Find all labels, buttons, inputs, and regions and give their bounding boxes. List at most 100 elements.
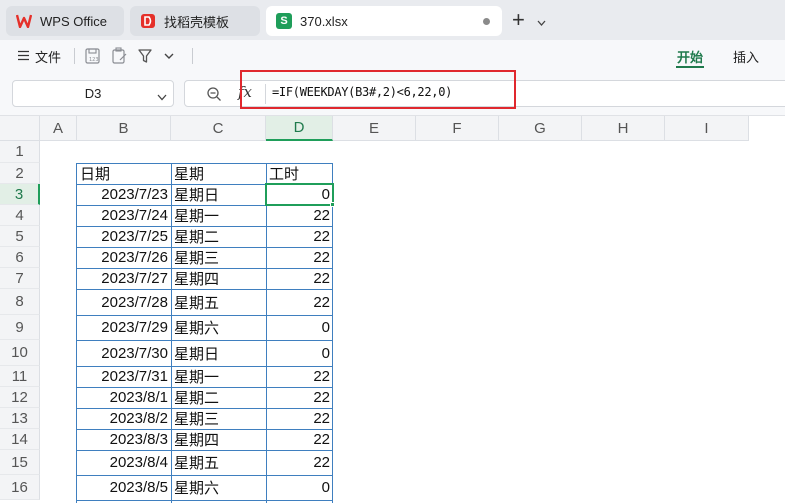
weekday-cell[interactable]: 星期三: [171, 408, 266, 429]
file-menu-button[interactable]: 文件: [18, 47, 61, 66]
weekday-cell[interactable]: 星期一: [171, 205, 266, 226]
weekday-cell[interactable]: 星期日: [171, 340, 266, 366]
column-header-d[interactable]: D: [266, 116, 333, 141]
date-cell[interactable]: 2023/7/29: [77, 315, 171, 340]
weekday-cell[interactable]: 星期五: [171, 450, 266, 475]
weekday-cell[interactable]: 星期一: [171, 366, 266, 387]
tab-wps-office[interactable]: WPS Office: [6, 6, 124, 36]
date-cell[interactable]: 2023/7/25: [77, 226, 171, 247]
ribbon-tab-insert[interactable]: 插入: [733, 47, 759, 66]
svg-text:123: 123: [89, 57, 99, 63]
date-cell[interactable]: 2023/7/27: [77, 268, 171, 289]
row-header-7[interactable]: 7: [0, 268, 40, 289]
date-cell[interactable]: 2023/8/2: [77, 408, 171, 429]
active-cell-selection[interactable]: [265, 183, 334, 206]
row-header-16[interactable]: 16: [0, 475, 40, 500]
weekday-cell[interactable]: 星期三: [171, 247, 266, 268]
row-header-1[interactable]: 1: [0, 141, 40, 163]
save-icon[interactable]: 123: [84, 47, 102, 65]
date-cell[interactable]: 2023/7/28: [77, 289, 171, 315]
chevron-down-icon[interactable]: [157, 89, 167, 104]
row-header-10[interactable]: 10: [0, 340, 40, 366]
row-header-3[interactable]: 3: [0, 184, 40, 205]
hours-cell[interactable]: 0: [266, 475, 333, 500]
hours-cell[interactable]: 22: [266, 247, 333, 268]
row-header-15[interactable]: 15: [0, 450, 40, 475]
chevron-down-icon[interactable]: [537, 13, 546, 31]
row-header-8[interactable]: 8: [0, 289, 40, 315]
row-header-13[interactable]: 13: [0, 408, 40, 429]
date-cell[interactable]: 2023/7/24: [77, 205, 171, 226]
hours-cell[interactable]: 22: [266, 205, 333, 226]
date-cell[interactable]: 2023/7/26: [77, 247, 171, 268]
filter-icon[interactable]: [136, 47, 154, 65]
table-border-line: [76, 408, 333, 409]
file-menu-label: 文件: [35, 50, 62, 65]
weekday-cell[interactable]: 星期五: [171, 289, 266, 315]
column-header-a[interactable]: A: [40, 116, 77, 141]
table-border-line: [266, 163, 267, 503]
column-header-f[interactable]: F: [416, 116, 499, 141]
weekday-cell[interactable]: 星期四: [171, 268, 266, 289]
weekday-cell[interactable]: 星期六: [171, 475, 266, 500]
new-tab-plus-icon[interactable]: +: [512, 9, 525, 31]
column-header-b[interactable]: B: [77, 116, 171, 141]
fill-handle[interactable]: [330, 202, 335, 207]
select-all-corner[interactable]: [0, 116, 40, 141]
hours-cell[interactable]: 22: [266, 366, 333, 387]
column-header-c[interactable]: C: [171, 116, 266, 141]
toolbar-divider: [74, 48, 75, 64]
row-header-5[interactable]: 5: [0, 226, 40, 247]
hours-cell[interactable]: 22: [266, 450, 333, 475]
hours-cell[interactable]: 22: [266, 268, 333, 289]
date-cell[interactable]: 2023/7/23: [77, 184, 171, 205]
column-header-e[interactable]: E: [333, 116, 416, 141]
date-cell[interactable]: 2023/7/31: [77, 366, 171, 387]
paste-format-icon[interactable]: [110, 47, 128, 65]
row-header-12[interactable]: 12: [0, 387, 40, 408]
date-cell[interactable]: 2023/8/4: [77, 450, 171, 475]
date-cell[interactable]: 2023/8/5: [77, 475, 171, 500]
row-header-2[interactable]: 2: [0, 163, 40, 184]
weekday-cell[interactable]: 星期二: [171, 387, 266, 408]
hours-cell[interactable]: 22: [266, 226, 333, 247]
date-cell[interactable]: 2023/7/30: [77, 340, 171, 366]
row-header-14[interactable]: 14: [0, 429, 40, 450]
zoom-magnifier-icon[interactable]: [206, 86, 222, 107]
cell-reference: D3: [84, 86, 102, 101]
row-header-6[interactable]: 6: [0, 247, 40, 268]
weekday-cell[interactable]: 星期六: [171, 315, 266, 340]
row-header-9[interactable]: 9: [0, 315, 40, 340]
tab-docer-templates[interactable]: 找稻壳模板: [130, 6, 260, 36]
row-header-11[interactable]: 11: [0, 366, 40, 387]
table-border-line: [76, 429, 333, 430]
row-header-4[interactable]: 4: [0, 205, 40, 226]
hours-cell[interactable]: 22: [266, 387, 333, 408]
header-cell-date[interactable]: 日期: [77, 163, 171, 184]
column-header-h[interactable]: H: [582, 116, 665, 141]
table-border-line: [332, 163, 333, 503]
chevron-down-icon[interactable]: [162, 49, 180, 67]
hours-cell[interactable]: 0: [266, 340, 333, 366]
name-box[interactable]: D3: [12, 80, 174, 107]
date-cell[interactable]: 2023/8/1: [77, 387, 171, 408]
ribbon-tab-home[interactable]: 开始: [677, 47, 703, 66]
tab-370-xlsx[interactable]: S 370.xlsx: [266, 6, 502, 36]
hours-cell[interactable]: 22: [266, 408, 333, 429]
hours-cell[interactable]: 22: [266, 429, 333, 450]
spreadsheet-s-icon: S: [276, 13, 292, 29]
header-cell-hours[interactable]: 工时: [266, 163, 333, 184]
hours-cell[interactable]: 0: [266, 315, 333, 340]
weekday-cell[interactable]: 星期二: [171, 226, 266, 247]
tab-label: WPS Office: [40, 13, 107, 29]
header-cell-weekday[interactable]: 星期: [171, 163, 266, 184]
table-border-line: [76, 315, 333, 316]
hours-cell[interactable]: 22: [266, 289, 333, 315]
unsaved-dot-icon[interactable]: [483, 17, 490, 25]
table-border-line: [76, 163, 333, 164]
column-header-g[interactable]: G: [499, 116, 582, 141]
weekday-cell[interactable]: 星期四: [171, 429, 266, 450]
column-header-i[interactable]: I: [665, 116, 749, 141]
date-cell[interactable]: 2023/8/3: [77, 429, 171, 450]
weekday-cell[interactable]: 星期日: [171, 184, 266, 205]
